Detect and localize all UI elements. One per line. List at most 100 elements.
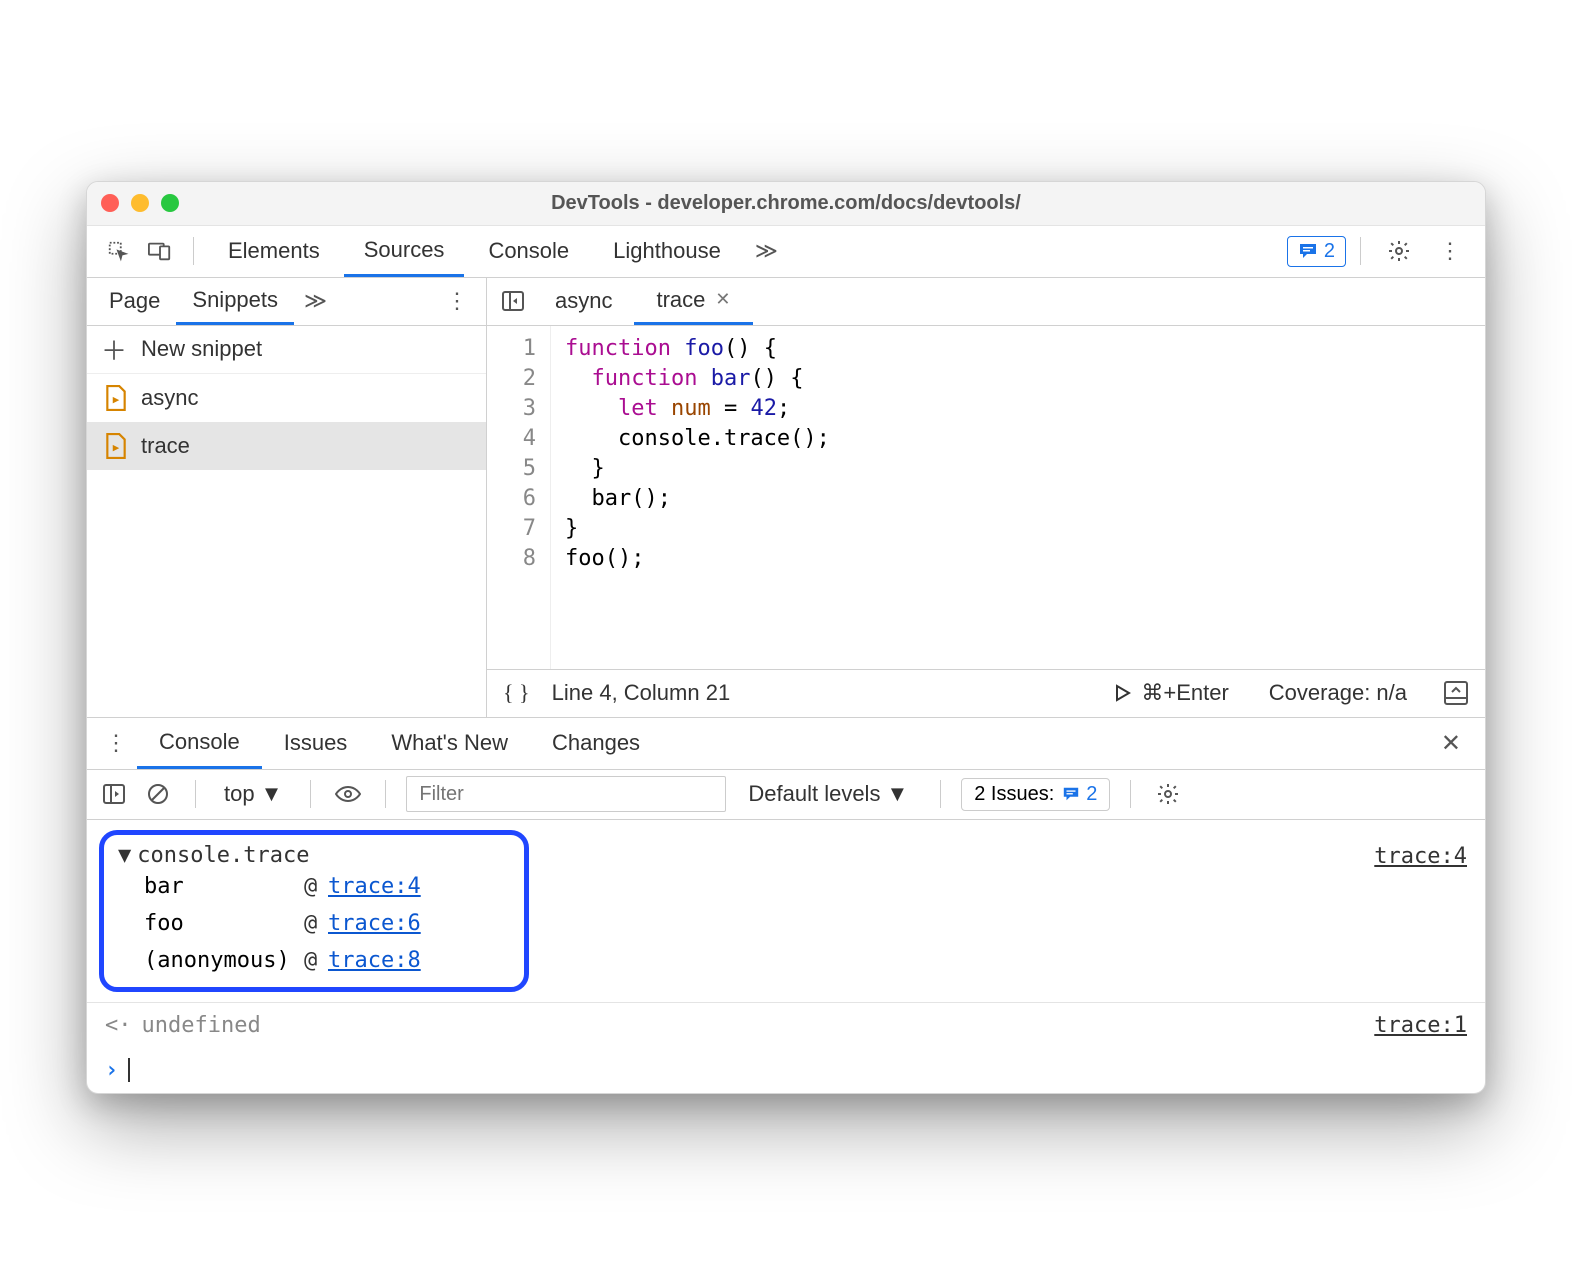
- at-symbol: @: [304, 948, 328, 973]
- drawer-tab-whatsnew[interactable]: What's New: [369, 718, 530, 769]
- devtools-window: DevTools - developer.chrome.com/docs/dev…: [86, 181, 1486, 1094]
- navigator-sidebar: Page Snippets ≫ ⋮ ＋ New snippet async tr…: [87, 278, 487, 717]
- traffic-lights: [101, 194, 179, 212]
- toggle-details-icon[interactable]: [1443, 680, 1469, 706]
- at-symbol: @: [304, 874, 328, 899]
- issues-count: 2: [1086, 783, 1097, 806]
- editor-status-bar: { } Line 4, Column 21 ⌘+Enter Coverage: …: [487, 669, 1485, 717]
- snippet-item-trace[interactable]: trace: [87, 422, 486, 470]
- console-return-line: <· undefined trace:1: [87, 1002, 1485, 1048]
- sources-workspace: Page Snippets ≫ ⋮ ＋ New snippet async tr…: [87, 278, 1485, 718]
- console-toolbar: top ▼ Default levels ▼ 2 Issues: 2: [87, 770, 1485, 820]
- drawer-tab-issues[interactable]: Issues: [262, 718, 370, 769]
- minimize-window-button[interactable]: [131, 194, 149, 212]
- divider: [940, 780, 941, 808]
- tab-sources[interactable]: Sources: [344, 226, 465, 277]
- editor-tab-label: async: [555, 288, 612, 314]
- issues-count: 2: [1324, 240, 1335, 263]
- zoom-window-button[interactable]: [161, 194, 179, 212]
- divider: [385, 780, 386, 808]
- levels-label: Default levels: [748, 781, 880, 807]
- message-icon: [1062, 785, 1080, 803]
- inspect-element-icon[interactable]: [99, 232, 137, 270]
- snippet-file-icon: [105, 385, 127, 411]
- pretty-print-icon[interactable]: { }: [503, 680, 530, 706]
- drawer-tab-changes[interactable]: Changes: [530, 718, 662, 769]
- log-levels-selector[interactable]: Default levels ▼: [736, 781, 920, 807]
- stack-fn: bar: [144, 874, 304, 899]
- settings-icon[interactable]: [1375, 239, 1423, 263]
- cursor-position: Line 4, Column 21: [552, 680, 731, 706]
- message-icon: [1298, 241, 1318, 261]
- nav-kebab-icon[interactable]: ⋮: [434, 288, 480, 314]
- play-icon: [1113, 684, 1131, 702]
- drawer-tab-console[interactable]: Console: [137, 718, 262, 769]
- trace-source-link[interactable]: trace:4: [1374, 844, 1467, 869]
- nav-more-tabs-icon[interactable]: ≫: [294, 288, 337, 314]
- stack-frame: (anonymous) @ trace:8: [118, 942, 510, 979]
- snippet-file-icon: [105, 433, 127, 459]
- navigator-tabs: Page Snippets ≫ ⋮: [87, 278, 486, 326]
- new-snippet-label: New snippet: [141, 336, 262, 362]
- titlebar: DevTools - developer.chrome.com/docs/dev…: [87, 182, 1485, 226]
- divider: [193, 237, 194, 265]
- device-toolbar-icon[interactable]: [141, 232, 179, 270]
- context-selector[interactable]: top ▼: [216, 781, 290, 807]
- issues-indicator[interactable]: 2: [1287, 236, 1346, 267]
- disclosure-triangle-icon[interactable]: ▼: [118, 843, 131, 868]
- close-window-button[interactable]: [101, 194, 119, 212]
- run-snippet-button[interactable]: ⌘+Enter: [1113, 680, 1228, 706]
- chevron-down-icon: ▼: [886, 781, 908, 807]
- editor-area: async trace ✕ 12345678 function foo() { …: [487, 278, 1485, 717]
- snippet-label: async: [141, 385, 198, 411]
- prompt-icon: ›: [105, 1058, 118, 1083]
- editor-tab-label: trace: [656, 287, 705, 313]
- stack-frame: foo @ trace:6: [118, 905, 510, 942]
- editor-tab-async[interactable]: async: [533, 278, 634, 325]
- snippet-item-async[interactable]: async: [87, 374, 486, 422]
- editor-tab-trace[interactable]: trace ✕: [634, 278, 752, 325]
- console-prompt[interactable]: ›: [87, 1048, 1485, 1093]
- filter-input[interactable]: [406, 776, 726, 812]
- close-tab-icon[interactable]: ✕: [715, 289, 730, 310]
- return-arrow-icon: <·: [105, 1013, 132, 1038]
- console-settings-icon[interactable]: [1151, 777, 1185, 811]
- nav-tab-snippets[interactable]: Snippets: [176, 278, 294, 325]
- nav-tab-page[interactable]: Page: [93, 278, 176, 325]
- trace-highlight-box: ▼ console.trace bar @ trace:4 foo @ trac…: [99, 830, 529, 992]
- divider: [1360, 237, 1361, 265]
- stack-link[interactable]: trace:6: [328, 911, 421, 936]
- toggle-navigator-icon[interactable]: [493, 290, 533, 312]
- code-editor[interactable]: 12345678 function foo() { function bar()…: [487, 326, 1485, 669]
- stack-link[interactable]: trace:4: [328, 874, 421, 899]
- divider: [310, 780, 311, 808]
- context-label: top: [224, 781, 255, 807]
- tab-lighthouse[interactable]: Lighthouse: [593, 226, 741, 277]
- more-tabs-icon[interactable]: ≫: [745, 238, 788, 264]
- close-drawer-icon[interactable]: ✕: [1425, 729, 1477, 758]
- chevron-down-icon: ▼: [261, 781, 283, 807]
- kebab-menu-icon[interactable]: ⋮: [1427, 238, 1473, 264]
- drawer-kebab-icon[interactable]: ⋮: [95, 730, 137, 756]
- trace-header[interactable]: ▼ console.trace: [118, 843, 510, 868]
- live-expression-icon[interactable]: [331, 777, 365, 811]
- issues-label: 2 Issues:: [974, 783, 1054, 806]
- stack-frame: bar @ trace:4: [118, 868, 510, 905]
- stack-fn: foo: [144, 911, 304, 936]
- tab-elements[interactable]: Elements: [208, 226, 340, 277]
- tab-console[interactable]: Console: [468, 226, 589, 277]
- console-body: trace:4 ▼ console.trace bar @ trace:4 fo…: [87, 830, 1485, 1093]
- issues-pill[interactable]: 2 Issues: 2: [961, 778, 1110, 811]
- stack-link[interactable]: trace:8: [328, 948, 421, 973]
- return-source-link[interactable]: trace:1: [1374, 1013, 1467, 1038]
- clear-console-icon[interactable]: [141, 777, 175, 811]
- divider: [195, 780, 196, 808]
- editor-tabs: async trace ✕: [487, 278, 1485, 326]
- trace-title: console.trace: [137, 843, 309, 868]
- snippets-list: async trace: [87, 374, 486, 717]
- console-sidebar-toggle-icon[interactable]: [97, 777, 131, 811]
- new-snippet-button[interactable]: ＋ New snippet: [87, 326, 486, 374]
- run-hint: ⌘+Enter: [1141, 680, 1228, 706]
- code-content: function foo() { function bar() { let nu…: [551, 326, 844, 669]
- plus-icon: ＋: [101, 331, 127, 368]
